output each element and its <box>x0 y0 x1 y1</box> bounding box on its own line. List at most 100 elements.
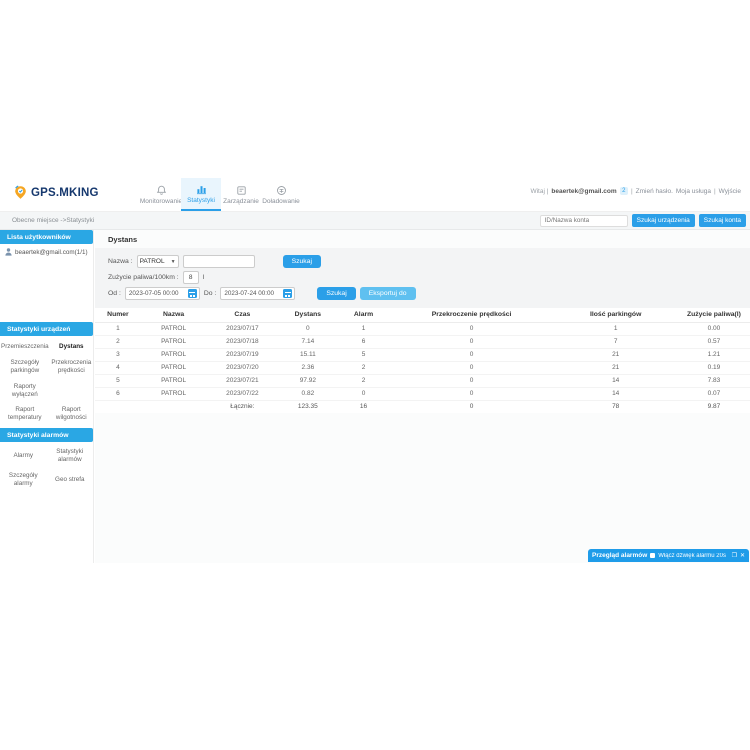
app-header: GPS.MKING Monitorowanie Statystyki Zarzą… <box>0 178 750 211</box>
sidebar-item-szczegoly-parkingow[interactable]: Szczegóły parkingów <box>0 355 50 379</box>
cell: 4 <box>95 361 141 374</box>
separator: | <box>631 188 633 195</box>
sidebar-item-raport-temperatury[interactable]: Raport temperatury <box>0 402 50 426</box>
cell: 78 <box>553 400 677 413</box>
breadcrumb: Obecne miejsce ->Statystyki <box>12 217 540 224</box>
cell: Łącznie: <box>206 400 278 413</box>
alarm-overview-bar: Przegląd alarmów Włącz dźwięk alarmu 20s… <box>588 549 749 562</box>
cell: 9.87 <box>678 400 750 413</box>
calendar-icon[interactable] <box>283 289 292 298</box>
cell: 2023/07/21 <box>206 374 278 387</box>
change-password-link[interactable]: Zmień hasło. <box>636 188 673 195</box>
sidebar-item-raporty-wylaczen[interactable]: Raporty wyłączeń <box>0 379 50 403</box>
logout-link[interactable]: Wyjście <box>719 188 741 195</box>
table-row: 4PATROL2023/07/202.3620210.19 <box>95 361 750 374</box>
sidebar: Lista użytkowników beaertek@gmail.com(1/… <box>0 230 94 563</box>
logo[interactable]: GPS.MKING <box>13 185 99 200</box>
sidebar-item-przekroczenia-predkosci[interactable]: Przekroczenia prędkości <box>50 355 93 379</box>
cell: 1 <box>95 322 141 335</box>
sidebar-user-item[interactable]: beaertek@gmail.com(1/1) <box>0 244 93 259</box>
breadcrumb-bar: Obecne miejsce ->Statystyki Szukaj urząd… <box>0 211 750 230</box>
tab-monitorowanie[interactable]: Monitorowanie <box>141 178 181 211</box>
user-bar: Witaj | beaertek@gmail.com 2 | Zmień has… <box>530 187 741 195</box>
cell: PATROL <box>141 322 207 335</box>
name-filter-input[interactable] <box>183 255 255 268</box>
cell: 16 <box>337 400 389 413</box>
main-nav: Monitorowanie Statystyki Zarządzanie Doł… <box>141 178 301 211</box>
cell: 0 <box>278 322 337 335</box>
calendar-icon[interactable] <box>188 289 197 298</box>
device-stats-menu: Przemieszczenia Dystans Szczegóły parkin… <box>0 336 93 428</box>
user-email[interactable]: beaertek@gmail.com <box>551 188 616 195</box>
tab-statystyki[interactable]: Statystyki <box>181 178 221 211</box>
message-count-badge[interactable]: 2 <box>620 187 628 195</box>
cell: 1 <box>337 322 389 335</box>
restore-icon[interactable]: ❐ <box>732 553 737 559</box>
sidebar-item-przemieszczenia[interactable]: Przemieszczenia <box>0 338 50 355</box>
sidebar-item-szczegoly-alarmy[interactable]: Szczegóły alarmy <box>0 468 47 492</box>
page-title: Dystans <box>95 230 750 248</box>
date-from-field <box>125 287 200 300</box>
my-service-link[interactable]: Moja usługa <box>676 188 711 195</box>
table-row: 2PATROL2023/07/187.146070.57 <box>95 335 750 348</box>
sidebar-item-raport-wilgotnosci[interactable]: Raport wilgotności <box>50 402 93 426</box>
search-name-button[interactable]: Szukaj <box>283 255 321 268</box>
name-filter-label: Nazwa : <box>108 258 133 265</box>
sidebar-item-statystyki-alarmow[interactable]: Statystyki alarmów <box>47 444 94 468</box>
search-device-button[interactable]: Szukaj urządzenia <box>632 214 695 227</box>
fuel-filter-label: Zużycie paliwa/100km : <box>108 274 179 281</box>
logo-text: GPS.MKING <box>31 187 99 199</box>
name-select-value: PATROL <box>140 258 165 265</box>
tab-zarzadzanie[interactable]: Zarządzanie <box>221 178 261 211</box>
close-icon[interactable]: ✕ <box>740 553 745 559</box>
tab-doladowanie[interactable]: Doładowanie <box>261 178 301 211</box>
alarm-sound-checkbox[interactable] <box>650 553 655 558</box>
cell: 7 <box>553 335 677 348</box>
cell: 0 <box>390 400 554 413</box>
account-search-input[interactable] <box>540 215 628 227</box>
cell: 0.00 <box>678 322 750 335</box>
fuel-consumption-input[interactable] <box>183 271 199 284</box>
alarm-sound-label: Włącz dźwięk alarmu 20s <box>658 553 728 559</box>
search-date-button[interactable]: Szukaj <box>317 287 355 300</box>
cell: 0.82 <box>278 387 337 400</box>
cell: 14 <box>553 387 677 400</box>
cell: 2023/07/19 <box>206 348 278 361</box>
cell: 14 <box>553 374 677 387</box>
cell: 15.11 <box>278 348 337 361</box>
management-clipboard-icon <box>236 185 247 196</box>
cell: 3 <box>95 348 141 361</box>
alarm-stats-menu: Alarmy Statystyki alarmów Szczegóły alar… <box>0 442 93 493</box>
cell: 0.19 <box>678 361 750 374</box>
col-header-nazwa: Nazwa <box>141 308 207 322</box>
col-header-numer: Numer <box>95 308 141 322</box>
export-button[interactable]: Eksportuj do <box>360 287 416 300</box>
date-from-label: Od : <box>108 290 121 297</box>
cell: 123.35 <box>278 400 337 413</box>
cell: 5 <box>95 374 141 387</box>
tab-label: Statystyki <box>187 197 215 204</box>
cell: PATROL <box>141 387 207 400</box>
logo-pin-icon <box>13 185 28 200</box>
tab-label: Monitorowanie <box>140 198 182 205</box>
users-list-header: Lista użytkowników <box>0 230 93 244</box>
sidebar-item-dystans[interactable]: Dystans <box>50 338 93 355</box>
cell: 0 <box>390 348 554 361</box>
main-content: Dystans Nazwa : PATROL ▼ Szukaj Zużycie … <box>95 230 750 563</box>
cell: 21 <box>553 361 677 374</box>
search-account-button[interactable]: Szukaj konta <box>699 214 746 227</box>
date-from-input[interactable] <box>129 290 185 297</box>
sidebar-item-alarmy[interactable]: Alarmy <box>0 444 47 468</box>
cell: PATROL <box>141 374 207 387</box>
filter-panel: Nazwa : PATROL ▼ Szukaj Zużycie paliwa/1… <box>95 248 750 308</box>
cell: 2 <box>337 374 389 387</box>
cell: 7.14 <box>278 335 337 348</box>
sidebar-item-geo-strefa[interactable]: Geo strefa <box>47 468 94 492</box>
table-header-row: Numer Nazwa Czas Dystans Alarm Przekrocz… <box>95 308 750 322</box>
date-to-input[interactable] <box>224 290 280 297</box>
name-select[interactable]: PATROL ▼ <box>137 255 179 268</box>
cell: 2023/07/22 <box>206 387 278 400</box>
cell: 0 <box>390 335 554 348</box>
col-header-alarm: Alarm <box>337 308 389 322</box>
cell: 0.07 <box>678 387 750 400</box>
